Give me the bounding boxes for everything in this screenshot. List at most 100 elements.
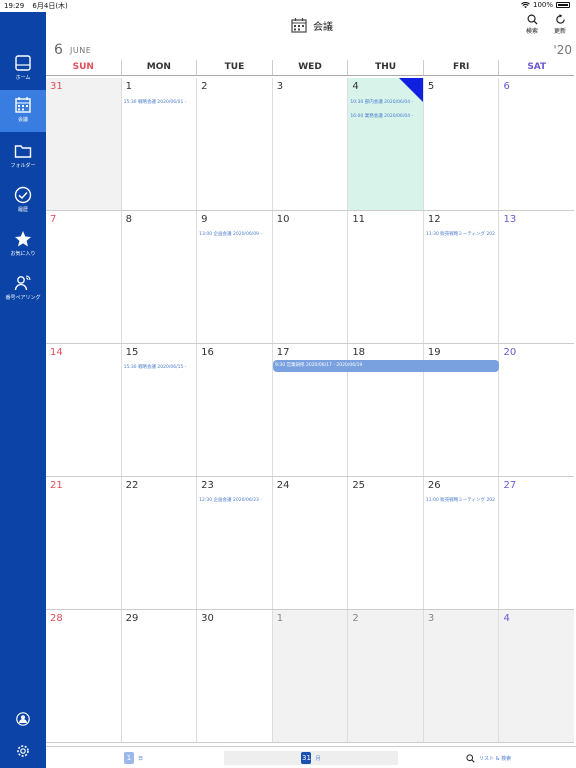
day-cell[interactable]: 10 [271, 211, 348, 343]
day-cell[interactable]: 7 [46, 211, 121, 343]
sidebar-item-favorites[interactable]: お気に入り [0, 224, 46, 266]
day-number: 18 [352, 347, 366, 358]
refresh-button[interactable]: 更新 [548, 14, 572, 35]
calendar-week: 21 22 23 12:30 企画会議 2020/06/23 - 24 25 2… [46, 477, 574, 610]
day-number: 2 [201, 81, 208, 92]
folder-icon [14, 145, 32, 158]
sidebar-item-label: フォルダー [10, 163, 36, 169]
account-button[interactable] [0, 712, 46, 726]
year-label: '20 [553, 43, 572, 57]
month-view-button[interactable]: 31 月 [224, 751, 398, 765]
day-cell[interactable]: 26 11:00 販売戦略ミーティング 202 [422, 477, 499, 609]
day-cell[interactable]: 1 [271, 610, 348, 742]
day-view-label: 日 [138, 755, 144, 762]
day-number: 25 [352, 480, 366, 491]
calendar-grid: 31 1 15:30 戦略会議 2020/06/01 - 2 3 4 10:30… [46, 78, 575, 744]
status-time: 19:29 [4, 2, 25, 10]
view-switcher: 1 日 31 月 リスト & 検索 [46, 746, 576, 768]
sidebar-item-meeting[interactable]: 会議 [0, 90, 46, 132]
weekday-thu: THU [347, 60, 423, 75]
day-cell[interactable]: 15 15:30 戦略会議 2020/06/15 - [120, 344, 197, 476]
day-cell[interactable]: 6 [498, 78, 574, 210]
month-header: 6 JUNE '20 [46, 40, 576, 60]
event-item[interactable]: 11:00 販売戦略ミーティング 202 [426, 497, 498, 503]
day-number: 23 [201, 480, 214, 491]
event-item[interactable]: 13:00 企画会議 2020/06/09 - [199, 231, 271, 237]
day-cell[interactable]: 2 [196, 78, 272, 210]
day-number: 11 [352, 214, 366, 225]
account-icon [16, 712, 30, 726]
day-cell[interactable]: 28 [46, 610, 121, 742]
day-cell[interactable]: 14 [46, 344, 121, 476]
day-view-button[interactable]: 1 日 [124, 751, 143, 765]
month-view-label: 月 [315, 755, 321, 762]
day-number: 17 [276, 347, 290, 358]
weekday-sun: SUN [72, 62, 94, 72]
day-cell[interactable]: 27 [498, 477, 574, 609]
list-search-button[interactable]: リスト & 検索 [466, 751, 511, 765]
day-number: 22 [125, 480, 139, 491]
day-cell[interactable]: 8 [120, 211, 197, 343]
day-cell[interactable]: 24 [271, 477, 348, 609]
day-cell[interactable]: 29 [120, 610, 197, 742]
sidebar-item-label: 番号ペアリング [5, 295, 41, 301]
month-view-badge: 31 [301, 752, 312, 764]
multi-day-event[interactable]: 9:30 営業研修 2020/06/17 - 2020/06/19 [273, 360, 499, 372]
day-number: 3 [276, 81, 284, 92]
event-item[interactable]: 15:30 戦略会議 2020/06/01 - [124, 99, 196, 105]
event-item[interactable]: 15:30 戦略会議 2020/06/15 - [124, 364, 196, 370]
calendar-week: 31 1 15:30 戦略会議 2020/06/01 - 2 3 4 10:30… [46, 78, 574, 211]
day-cell[interactable]: 5 [422, 78, 499, 210]
event-item[interactable]: 12:30 企画会議 2020/06/23 - [199, 497, 271, 503]
sidebar-item-pairing[interactable]: 番号ペアリング [0, 268, 46, 310]
day-cell[interactable]: 2 [347, 610, 423, 742]
day-number: 20 [503, 347, 517, 358]
day-number: 3 [427, 613, 435, 624]
day-cell[interactable]: 9 13:00 企画会議 2020/06/09 - [196, 211, 272, 343]
event-item[interactable]: 11:30 販売戦略ミーティング 202 [426, 231, 498, 237]
day-cell[interactable]: 13 [498, 211, 574, 343]
day-number: 21 [50, 480, 63, 491]
day-cell[interactable]: 1 15:30 戦略会議 2020/06/01 - [120, 78, 197, 210]
calendar-week: 28 29 30 1 2 3 4 [46, 610, 575, 743]
day-cell[interactable]: 23 12:30 企画会議 2020/06/23 - [196, 477, 272, 609]
day-number: 7 [50, 214, 57, 225]
status-date: 6月4日(木) [32, 2, 68, 10]
day-cell[interactable]: 21 [46, 477, 121, 609]
sidebar-item-home[interactable]: ホーム [0, 48, 46, 90]
day-number: 4 [503, 613, 510, 624]
search-icon [527, 14, 538, 25]
battery-percent: 100% [532, 1, 553, 9]
sidebar-item-folder[interactable]: フォルダー [0, 136, 46, 178]
refresh-label: 更新 [553, 28, 566, 35]
weekday-fri: FRI [422, 60, 499, 75]
day-cell[interactable]: 3 [271, 78, 348, 210]
day-cell[interactable]: 16 [196, 344, 272, 476]
day-cell[interactable]: 12 11:30 販売戦略ミーティング 202 [422, 211, 499, 343]
sidebar-item-history[interactable]: 履歴 [0, 180, 46, 222]
day-number: 26 [427, 480, 441, 491]
search-button[interactable]: 検索 [520, 14, 544, 35]
battery-icon [556, 2, 570, 8]
day-number: 27 [503, 480, 517, 491]
calendar-icon [291, 18, 307, 33]
day-number: 30 [201, 613, 214, 624]
day-cell[interactable]: 11 [347, 211, 423, 343]
day-number: 15 [125, 347, 139, 358]
day-cell[interactable]: 30 [196, 610, 272, 742]
day-cell[interactable]: 22 [120, 477, 197, 609]
sidebar-item-label: 会議 [17, 117, 28, 123]
event-item[interactable]: 10:30 部内会議 2020/06/04 - [350, 99, 422, 105]
day-cell[interactable]: 31 [46, 78, 121, 210]
day-cell[interactable]: 25 [347, 477, 423, 609]
day-cell[interactable]: 4 [498, 610, 575, 742]
wifi-icon [521, 1, 530, 8]
list-search-label: リスト & 検索 [479, 755, 512, 762]
weekday-wed: WED [271, 60, 348, 75]
event-item[interactable]: 16:00 業務会議 2020/06/04 - [350, 113, 422, 119]
weekday-tue: TUE [196, 60, 272, 75]
day-cell[interactable]: 20 [498, 344, 574, 476]
day-cell[interactable]: 3 [422, 610, 499, 742]
settings-button[interactable] [0, 744, 46, 758]
day-cell-today[interactable]: 4 10:30 部内会議 2020/06/04 - 16:00 業務会議 202… [347, 78, 423, 210]
